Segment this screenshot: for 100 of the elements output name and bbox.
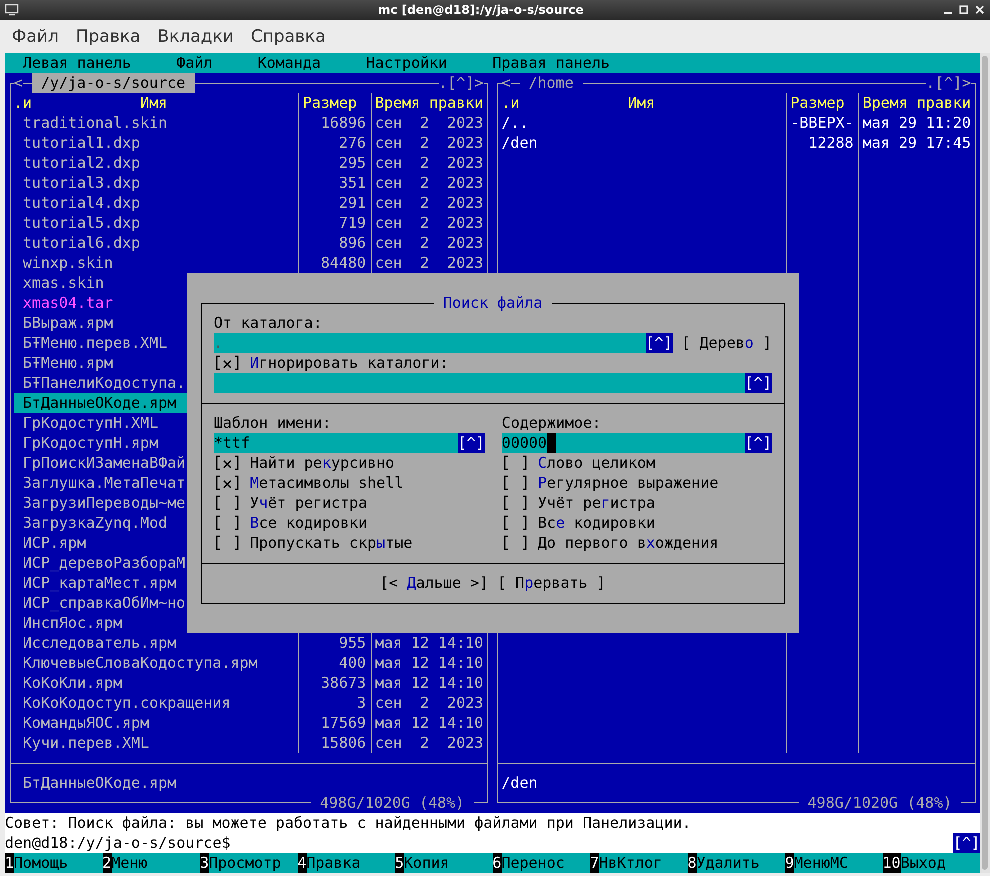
- file-date: мая 29 11:20: [862, 114, 972, 132]
- file-date: сен 2 2023: [375, 234, 484, 252]
- file-row[interactable]: КлючевыеСловаКодоступа.ярм 400 мая 12 14:10: [14, 653, 484, 673]
- input-field[interactable]: *ttf: [214, 433, 458, 453]
- checkbox-label[interactable]: До первого вхождения: [538, 533, 719, 553]
- file-row[interactable]: Кучи.перев.XML 15806 сен 2 2023: [14, 733, 484, 753]
- file-name: Исследователь.ярм: [23, 634, 177, 652]
- column-header[interactable]: Имя: [628, 94, 656, 112]
- column-header[interactable]: Размер: [302, 93, 366, 113]
- input-field[interactable]: 00000: [502, 433, 745, 453]
- checkbox[interactable]: [214, 473, 242, 493]
- file-date: мая 12 14:10: [375, 654, 484, 672]
- file-row[interactable]: traditional.skin 16896 сен 2 2023: [14, 113, 484, 133]
- menu-item[interactable]: Правка: [76, 26, 141, 46]
- monitor-icon[interactable]: [5, 4, 19, 16]
- history-button[interactable]: [^]: [458, 433, 485, 453]
- menu-item[interactable]: Справка: [250, 26, 326, 46]
- function-key-button[interactable]: 7НвКтлог: [590, 853, 688, 873]
- maximize-icon[interactable]: [958, 5, 969, 15]
- file-row[interactable]: /den 12288 мая 29 17:45: [502, 133, 972, 153]
- file-row[interactable]: tutorial4.dxp 291 сен 2 2023: [14, 193, 484, 213]
- checkbox[interactable]: [214, 533, 242, 553]
- function-key-button[interactable]: 9МенюМС: [785, 853, 883, 873]
- file-row[interactable]: winxp.skin 84480 сен 2 2023: [14, 253, 484, 273]
- file-name: tutorial5.dxp: [23, 214, 140, 232]
- close-icon[interactable]: [974, 5, 985, 15]
- file-row[interactable]: /.. -ВВЕРХ- мая 29 11:20: [502, 113, 972, 133]
- file-size: 276: [339, 134, 366, 152]
- function-key-button[interactable]: 5Копия: [395, 853, 493, 873]
- file-size: 15806: [321, 734, 366, 752]
- column-header[interactable]: Имя: [140, 94, 168, 112]
- function-key-button[interactable]: 1Помощь: [5, 853, 103, 873]
- checkbox-label[interactable]: Слово целиком: [538, 453, 656, 473]
- field-label: Содержимое:: [502, 413, 602, 433]
- file-date: сен 2 2023: [375, 254, 484, 272]
- file-size: 3: [357, 694, 366, 712]
- checkbox-label[interactable]: Все кодировки: [250, 513, 368, 533]
- column-header[interactable]: .и: [502, 93, 520, 113]
- checkbox-label[interactable]: Метасимволы shell: [250, 473, 404, 493]
- menu-item[interactable]: Файл: [176, 53, 213, 73]
- function-key-button[interactable]: 3Просмотр: [200, 853, 298, 873]
- function-key-button[interactable]: 4Правка: [298, 853, 396, 873]
- file-size: 17569: [321, 714, 366, 732]
- file-row[interactable]: КоКоКодоступ.сокращения 3 сен 2 2023: [14, 693, 484, 713]
- file-date: сен 2 2023: [375, 734, 484, 752]
- file-date: мая 12 14:10: [375, 674, 484, 692]
- file-row[interactable]: КоКоКли.ярм 38673 мая 12 14:10: [14, 673, 484, 693]
- file-name: КлючевыеСловаКодоступа.ярм: [23, 654, 258, 672]
- function-key-button[interactable]: 6Перенос: [492, 853, 590, 873]
- file-row[interactable]: tutorial6.dxp 896 сен 2 2023: [14, 233, 484, 253]
- checkbox-label[interactable]: Учёт регистра: [538, 493, 656, 513]
- function-key-button[interactable]: 10Выход: [882, 853, 980, 873]
- history-button[interactable]: [^]: [744, 433, 772, 453]
- checkbox[interactable]: [214, 453, 242, 473]
- checkbox-label[interactable]: Игнорировать каталоги:: [250, 353, 449, 373]
- menu-item[interactable]: Левая панель: [23, 53, 132, 73]
- checkbox[interactable]: [214, 353, 242, 373]
- function-key-button[interactable]: 8Удалить: [688, 853, 786, 873]
- checkbox[interactable]: [502, 493, 529, 513]
- menu-item[interactable]: Вкладки: [158, 26, 234, 46]
- checkbox[interactable]: [214, 493, 242, 513]
- history-button[interactable]: [^]: [744, 373, 772, 393]
- checkbox[interactable]: [502, 473, 529, 493]
- file-row[interactable]: tutorial1.dxp 276 сен 2 2023: [14, 133, 484, 153]
- checkbox[interactable]: [502, 513, 529, 533]
- history-button[interactable]: [^]: [646, 333, 673, 353]
- file-row[interactable]: Исследователь.ярм 955 мая 12 14:10: [14, 633, 484, 653]
- scrollbar[interactable]: [980, 53, 990, 873]
- file-name: tutorial1.dxp: [23, 134, 140, 152]
- menu-item[interactable]: Файл: [12, 26, 59, 46]
- checkbox[interactable]: [502, 533, 529, 553]
- checkbox[interactable]: [502, 453, 529, 473]
- column-header[interactable]: .и: [14, 93, 32, 113]
- file-size: 295: [339, 154, 366, 172]
- file-date: сен 2 2023: [375, 134, 484, 152]
- file-row[interactable]: tutorial5.dxp 719 сен 2 2023: [14, 213, 484, 233]
- checkbox-label[interactable]: Пропускать скрытые: [250, 533, 413, 553]
- checkbox[interactable]: [214, 513, 242, 533]
- menu-item[interactable]: Правая панель: [492, 53, 610, 73]
- file-name: tutorial6.dxp: [23, 234, 140, 252]
- column-header[interactable]: Время правки: [375, 93, 484, 113]
- checkbox-label[interactable]: Найти рекурсивно: [250, 453, 395, 473]
- file-size: 400: [339, 654, 366, 672]
- column-header[interactable]: Размер: [790, 93, 854, 113]
- file-row[interactable]: tutorial2.dxp 295 сен 2 2023: [14, 153, 484, 173]
- menu-item[interactable]: Команда: [258, 53, 322, 73]
- file-row[interactable]: КомандыЯОС.ярм 17569 мая 12 14:10: [14, 713, 484, 733]
- file-name: ИСР_справкаОбИм~но: [23, 594, 186, 612]
- file-row[interactable]: tutorial3.dxp 351 сен 2 2023: [14, 173, 484, 193]
- function-key-button[interactable]: 2Меню: [102, 853, 200, 873]
- mini-status: БтДанныеОКоде.ярм: [23, 774, 177, 792]
- mini-status: /den: [502, 774, 538, 792]
- checkbox-label[interactable]: Регулярное выражение: [538, 473, 719, 493]
- history-button[interactable]: [^]: [953, 833, 980, 853]
- scrollbar-thumb[interactable]: [982, 56, 988, 870]
- checkbox-label[interactable]: Все кодировки: [538, 513, 656, 533]
- column-header[interactable]: Время правки: [862, 93, 972, 113]
- menu-item[interactable]: Настройки: [366, 53, 448, 73]
- input-field[interactable]: [214, 373, 745, 393]
- checkbox-label[interactable]: Учёт регистра: [250, 493, 368, 513]
